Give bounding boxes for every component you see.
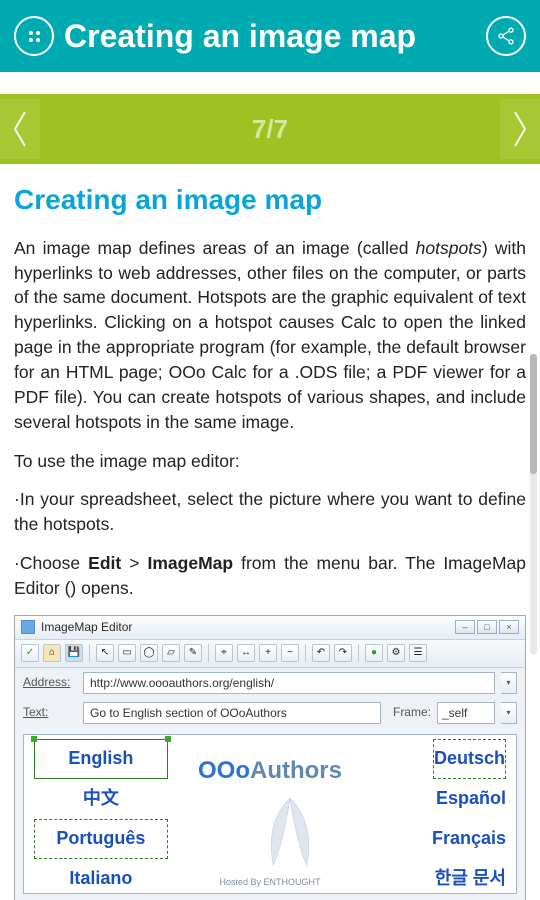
article-p1: An image map defines areas of an image (… <box>14 236 526 435</box>
article-heading: Creating an image map <box>14 180 526 220</box>
text-run: ·Choose <box>14 553 88 573</box>
frame-label: Frame: <box>387 704 431 721</box>
app-icon <box>21 620 35 634</box>
properties-icon[interactable]: ☰ <box>409 644 427 662</box>
text-run: An image map defines areas of an image (… <box>14 238 416 258</box>
insertpoint-icon[interactable]: + <box>259 644 277 662</box>
text-input[interactable]: Go to English section of OOoAuthors <box>83 702 381 724</box>
address-row: Address: http://www.oooauthors.org/engli… <box>15 668 525 698</box>
deletepoint-icon[interactable]: − <box>281 644 299 662</box>
page-indicator: 7/7 <box>252 114 288 145</box>
open-icon[interactable]: ⌂ <box>43 644 61 662</box>
address-label: Address: <box>23 674 77 691</box>
scrollbar-track[interactable] <box>530 354 537 654</box>
dropdown-icon[interactable]: ▾ <box>501 702 517 724</box>
editor-canvas[interactable]: English 中文 Português Italiano OOoAuthors… <box>23 734 517 894</box>
separator <box>89 644 90 662</box>
logo-text: OOoAuthors <box>198 754 342 788</box>
minimize-button[interactable]: – <box>455 620 475 634</box>
maximize-button[interactable]: □ <box>477 620 497 634</box>
dropdown-icon[interactable]: ▾ <box>501 672 517 694</box>
separator <box>305 644 306 662</box>
hotspot-espanol[interactable]: Español <box>436 779 506 819</box>
rect-icon[interactable]: ▭ <box>118 644 136 662</box>
separator <box>208 644 209 662</box>
pointer-icon[interactable]: ↖ <box>96 644 114 662</box>
scrollbar-thumb[interactable] <box>530 354 537 474</box>
next-page-button[interactable] <box>500 99 540 159</box>
ellipse-icon[interactable]: ◯ <box>140 644 158 662</box>
hotspot-english[interactable]: English <box>34 739 168 779</box>
article-p3: ·In your spreadsheet, select the picture… <box>14 487 526 537</box>
undo-icon[interactable]: ↶ <box>312 644 330 662</box>
movepoints-icon[interactable]: ↔ <box>237 644 255 662</box>
hotspot-portugues[interactable]: Português <box>34 819 168 859</box>
editpoints-icon[interactable]: ⌖ <box>215 644 233 662</box>
menu-icon <box>29 31 40 42</box>
hotspot-francais[interactable]: Français <box>432 819 506 859</box>
hotspot-italiano[interactable]: Italiano <box>34 859 168 899</box>
imagemap-editor-screenshot: ImageMap Editor – □ × ✓ ⌂ 💾 ↖ ▭ ◯ ▱ ✎ ⌖ … <box>14 615 526 900</box>
close-button[interactable]: × <box>499 620 519 634</box>
text-run: Authors <box>250 757 342 784</box>
chevron-right-icon <box>511 108 529 150</box>
text-run: OOo <box>198 757 250 784</box>
text-run: ) with hyperlinks to web addresses, othe… <box>14 238 526 432</box>
prev-page-button[interactable] <box>0 99 40 159</box>
active-icon[interactable]: ● <box>365 644 383 662</box>
menu-button[interactable] <box>14 16 54 56</box>
macro-icon[interactable]: ⚙ <box>387 644 405 662</box>
window-titlebar: ImageMap Editor – □ × <box>15 616 525 640</box>
article-p4: ·Choose Edit > ImageMap from the menu ba… <box>14 551 526 601</box>
apply-icon[interactable]: ✓ <box>21 644 39 662</box>
hosted-by: Hosted By ENTHOUGHT <box>219 876 320 889</box>
text-run: > <box>121 553 147 573</box>
save-icon[interactable]: 💾 <box>65 644 83 662</box>
share-icon <box>496 26 516 46</box>
text-row: Text: Go to English section of OOoAuthor… <box>15 698 525 728</box>
frame-select[interactable]: _self <box>437 702 495 724</box>
text-strong: Edit <box>88 553 121 573</box>
hotspot-korean[interactable]: 한글 문서 <box>435 859 506 899</box>
editor-toolbar: ✓ ⌂ 💾 ↖ ▭ ◯ ▱ ✎ ⌖ ↔ + − ↶ ↷ ● ⚙ ☰ <box>15 640 525 668</box>
hotspot-chinese[interactable]: 中文 <box>34 779 168 819</box>
text-emphasis: hotspots <box>416 238 482 258</box>
separator <box>358 644 359 662</box>
polygon-icon[interactable]: ▱ <box>162 644 180 662</box>
pager: 7/7 <box>0 94 540 164</box>
hotspot-deutsch[interactable]: Deutsch <box>433 739 506 779</box>
window-title: ImageMap Editor <box>41 619 453 636</box>
article-p2: To use the image map editor: <box>14 449 526 474</box>
text-strong: ImageMap <box>148 553 234 573</box>
chevron-left-icon <box>11 108 29 150</box>
page-title: Creating an image map <box>64 18 486 55</box>
text-label: Text: <box>23 704 77 721</box>
address-input[interactable]: http://www.oooauthors.org/english/ <box>83 672 495 694</box>
article-content: Creating an image map An image map defin… <box>0 164 540 900</box>
freeform-icon[interactable]: ✎ <box>184 644 202 662</box>
share-button[interactable] <box>486 16 526 56</box>
redo-icon[interactable]: ↷ <box>334 644 352 662</box>
